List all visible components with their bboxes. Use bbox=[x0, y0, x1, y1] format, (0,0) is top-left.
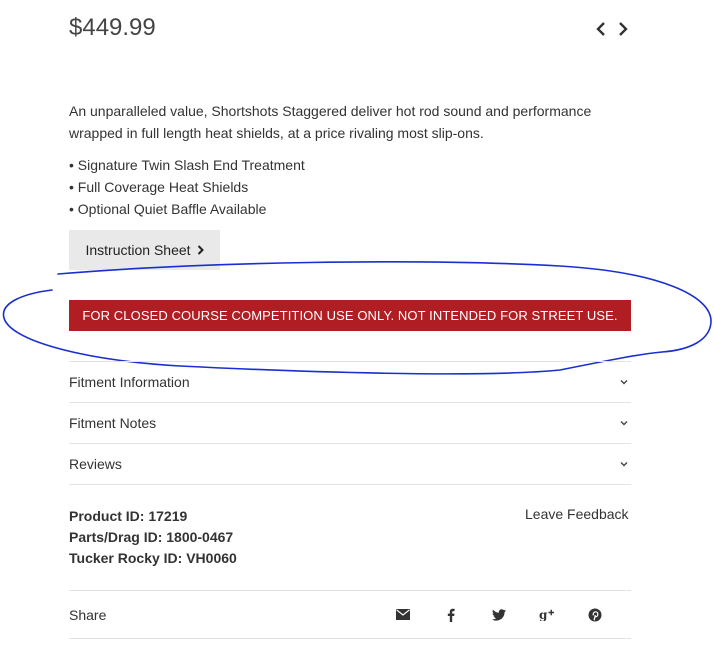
envelope-icon[interactable] bbox=[379, 609, 427, 620]
share-icons: g bbox=[379, 608, 619, 622]
product-accordion: Fitment Information Fitment Notes Review… bbox=[69, 361, 631, 485]
chevron-down-icon bbox=[619, 459, 629, 469]
product-id: Product ID: 17219 bbox=[69, 508, 188, 524]
twitter-icon[interactable] bbox=[475, 608, 523, 621]
product-ids: Product ID: 17219 Parts/Drag ID: 1800-04… bbox=[69, 506, 237, 569]
accordion-fitment-information[interactable]: Fitment Information bbox=[69, 361, 631, 402]
tucker-rocky-id: Tucker Rocky ID: VH0060 bbox=[69, 550, 237, 566]
pinterest-icon[interactable] bbox=[571, 608, 619, 622]
product-description: An unparalleled value, Shortshots Stagge… bbox=[69, 103, 592, 141]
accordion-label: Fitment Information bbox=[69, 374, 190, 390]
competition-warning-banner: FOR CLOSED COURSE COMPETITION USE ONLY. … bbox=[69, 300, 631, 331]
chevron-right-icon bbox=[197, 242, 204, 258]
accordion-label: Reviews bbox=[69, 456, 122, 472]
svg-text:g: g bbox=[539, 608, 548, 621]
chevron-right-icon[interactable] bbox=[616, 19, 630, 39]
accordion-reviews[interactable]: Reviews bbox=[69, 443, 631, 485]
feature-item: • Full Coverage Heat Shields bbox=[69, 179, 249, 195]
chevron-down-icon bbox=[619, 418, 629, 428]
accordion-fitment-notes[interactable]: Fitment Notes bbox=[69, 402, 631, 443]
product-nav bbox=[594, 19, 630, 39]
parts-drag-id: Parts/Drag ID: 1800-0467 bbox=[69, 529, 234, 545]
leave-feedback-link[interactable]: Leave Feedback bbox=[525, 506, 629, 522]
google-plus-icon[interactable]: g bbox=[523, 608, 571, 621]
chevron-down-icon bbox=[619, 377, 629, 387]
facebook-icon[interactable] bbox=[427, 608, 475, 622]
feature-item: • Optional Quiet Baffle Available bbox=[69, 201, 267, 217]
share-bar: Share g bbox=[69, 590, 631, 639]
accordion-label: Fitment Notes bbox=[69, 415, 157, 431]
instruction-sheet-button[interactable]: Instruction Sheet bbox=[69, 230, 220, 270]
product-price: $449.99 bbox=[69, 14, 156, 41]
product-detail-page: $449.99 An unparalleled value, Shortshot… bbox=[0, 0, 714, 666]
feature-item: • Signature Twin Slash End Treatment bbox=[69, 157, 305, 173]
instruction-sheet-label: Instruction Sheet bbox=[85, 242, 191, 258]
share-label: Share bbox=[69, 606, 107, 623]
feature-list: • Signature Twin Slash End Treatment • F… bbox=[69, 154, 305, 220]
chevron-left-icon[interactable] bbox=[594, 19, 608, 39]
